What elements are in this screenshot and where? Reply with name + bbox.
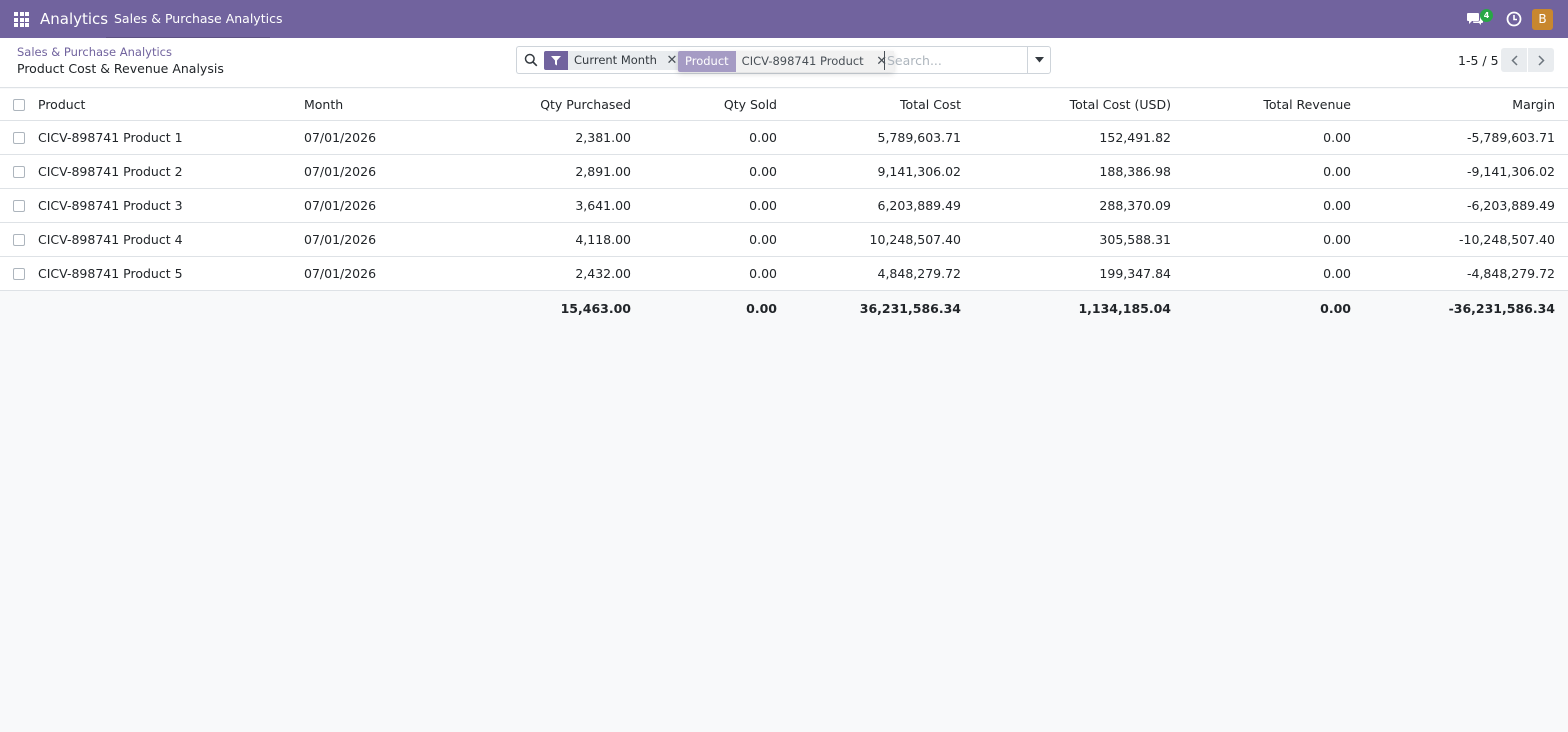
cell-margin: -5,789,603.71 bbox=[1466, 130, 1555, 145]
cell-total-cost: 10,248,507.40 bbox=[869, 232, 961, 247]
table-header: Product Month Qty Purchased Qty Sold Tot… bbox=[0, 89, 1568, 121]
search-input[interactable] bbox=[884, 51, 1022, 70]
cell-qty-purchased: 2,381.00 bbox=[575, 130, 631, 145]
table-row[interactable]: CICV-898741 Product 3 07/01/2026 3,641.0… bbox=[0, 189, 1568, 223]
total-qty-sold: 0.00 bbox=[746, 300, 777, 316]
cell-margin: -10,248,507.40 bbox=[1459, 232, 1555, 247]
table-row[interactable]: CICV-898741 Product 4 07/01/2026 4,118.0… bbox=[0, 223, 1568, 257]
row-checkbox[interactable] bbox=[13, 199, 25, 212]
chevron-left-icon bbox=[1510, 54, 1518, 66]
list-table: Product Month Qty Purchased Qty Sold Tot… bbox=[0, 89, 1568, 325]
row-checkbox[interactable] bbox=[13, 131, 25, 144]
cell-total-revenue: 0.00 bbox=[1323, 232, 1351, 247]
cell-month: 07/01/2026 bbox=[304, 232, 377, 247]
column-header-product[interactable]: Product bbox=[38, 89, 85, 120]
cell-qty-sold: 0.00 bbox=[749, 130, 777, 145]
cell-month: 07/01/2026 bbox=[304, 130, 377, 145]
cell-margin: -9,141,306.02 bbox=[1466, 164, 1555, 179]
app-brand[interactable]: Analytics bbox=[40, 10, 108, 28]
cell-qty-purchased: 3,641.00 bbox=[575, 198, 631, 213]
user-avatar[interactable]: B bbox=[1532, 9, 1553, 30]
cell-total-cost: 5,789,603.71 bbox=[877, 130, 962, 145]
cell-product: CICV-898741 Product 4 bbox=[38, 232, 183, 247]
facet-category: Product bbox=[678, 51, 736, 72]
column-header-total-cost-usd[interactable]: Total Cost (USD) bbox=[980, 89, 1171, 120]
facet-value: Current Month bbox=[574, 53, 657, 67]
cell-total-cost-usd: 288,370.09 bbox=[1099, 198, 1171, 213]
total-total-cost-usd: 1,134,185.04 bbox=[1078, 300, 1171, 316]
row-select-cell bbox=[13, 155, 25, 188]
cell-margin: -6,203,889.49 bbox=[1466, 198, 1555, 213]
control-panel: Sales & Purchase Analytics Product Cost … bbox=[0, 38, 1568, 88]
cell-total-cost-usd: 199,347.84 bbox=[1099, 266, 1171, 281]
pager-next-button[interactable] bbox=[1528, 48, 1554, 72]
table-row[interactable]: CICV-898741 Product 1 07/01/2026 2,381.0… bbox=[0, 121, 1568, 155]
cell-total-revenue: 0.00 bbox=[1323, 198, 1351, 213]
chat-count-badge: 4 bbox=[1480, 9, 1493, 22]
cell-margin: -4,848,279.72 bbox=[1466, 266, 1555, 281]
cell-total-cost-usd: 152,491.82 bbox=[1099, 130, 1171, 145]
row-checkbox[interactable] bbox=[13, 267, 25, 280]
cell-total-cost-usd: 188,386.98 bbox=[1099, 164, 1171, 179]
page-title: Product Cost & Revenue Analysis bbox=[17, 61, 224, 76]
cell-qty-sold: 0.00 bbox=[749, 232, 777, 247]
cell-product: CICV-898741 Product 1 bbox=[38, 130, 183, 145]
cell-month: 07/01/2026 bbox=[304, 164, 377, 179]
activity-clock-icon[interactable] bbox=[1506, 11, 1522, 27]
pager-value[interactable]: 1-5 / 5 bbox=[1458, 53, 1499, 68]
row-checkbox[interactable] bbox=[13, 165, 25, 178]
row-checkbox[interactable] bbox=[13, 233, 25, 246]
cell-qty-purchased: 4,118.00 bbox=[575, 232, 631, 247]
cell-qty-purchased: 2,891.00 bbox=[575, 164, 631, 179]
cell-total-revenue: 0.00 bbox=[1323, 130, 1351, 145]
cell-total-cost: 4,848,279.72 bbox=[877, 266, 962, 281]
column-header-qty-sold[interactable]: Qty Sold bbox=[640, 89, 777, 120]
cell-product: CICV-898741 Product 3 bbox=[38, 198, 183, 213]
cell-qty-sold: 0.00 bbox=[749, 266, 777, 281]
table-row[interactable]: CICV-898741 Product 5 07/01/2026 2,432.0… bbox=[0, 257, 1568, 291]
column-header-total-cost[interactable]: Total Cost bbox=[800, 89, 961, 120]
cell-month: 07/01/2026 bbox=[304, 266, 377, 281]
filter-icon bbox=[551, 55, 561, 65]
search-facet-current-month[interactable]: Current Month ✕ bbox=[544, 51, 681, 70]
row-select-cell bbox=[13, 257, 25, 290]
total-margin: -36,231,586.34 bbox=[1448, 300, 1555, 316]
column-header-margin[interactable]: Margin bbox=[1360, 89, 1555, 120]
menu-sales-purchase-analytics[interactable]: Sales & Purchase Analytics bbox=[114, 11, 282, 26]
cell-month: 07/01/2026 bbox=[304, 198, 377, 213]
cell-total-revenue: 0.00 bbox=[1323, 266, 1351, 281]
search-facet-product[interactable]: Product CICV-898741 Product ✕ bbox=[678, 51, 894, 72]
apps-menu-icon[interactable] bbox=[14, 12, 29, 27]
select-all-checkbox[interactable] bbox=[13, 98, 25, 111]
select-all-cell bbox=[13, 89, 25, 120]
total-total-cost: 36,231,586.34 bbox=[859, 300, 961, 316]
search-icon bbox=[524, 53, 538, 67]
top-navbar: Analytics Sales & Purchase Analytics 4 B bbox=[0, 0, 1568, 39]
row-select-cell bbox=[13, 121, 25, 154]
cell-total-cost: 9,141,306.02 bbox=[877, 164, 962, 179]
chevron-right-icon bbox=[1537, 54, 1545, 66]
column-header-month[interactable]: Month bbox=[304, 89, 343, 120]
cell-product: CICV-898741 Product 2 bbox=[38, 164, 183, 179]
pager-previous-button[interactable] bbox=[1501, 48, 1527, 72]
cell-total-cost-usd: 305,588.31 bbox=[1099, 232, 1171, 247]
column-header-total-revenue[interactable]: Total Revenue bbox=[1180, 89, 1351, 120]
facet-value: CICV-898741 Product bbox=[735, 51, 870, 72]
total-qty-purchased: 15,463.00 bbox=[560, 300, 631, 316]
cell-qty-sold: 0.00 bbox=[749, 198, 777, 213]
cell-total-revenue: 0.00 bbox=[1323, 164, 1351, 179]
caret-down-icon bbox=[1034, 57, 1044, 63]
row-select-cell bbox=[13, 223, 25, 256]
total-total-revenue: 0.00 bbox=[1320, 300, 1351, 316]
search-options-toggle[interactable] bbox=[1027, 46, 1051, 74]
cell-qty-sold: 0.00 bbox=[749, 164, 777, 179]
column-header-qty-purchased[interactable]: Qty Purchased bbox=[440, 89, 631, 120]
cell-total-cost: 6,203,889.49 bbox=[877, 198, 962, 213]
cell-qty-purchased: 2,432.00 bbox=[575, 266, 631, 281]
table-row[interactable]: CICV-898741 Product 2 07/01/2026 2,891.0… bbox=[0, 155, 1568, 189]
row-select-cell bbox=[13, 189, 25, 222]
table-totals-row: 15,463.00 0.00 36,231,586.34 1,134,185.0… bbox=[0, 291, 1568, 325]
cell-product: CICV-898741 Product 5 bbox=[38, 266, 183, 281]
breadcrumb-parent[interactable]: Sales & Purchase Analytics bbox=[17, 45, 172, 59]
